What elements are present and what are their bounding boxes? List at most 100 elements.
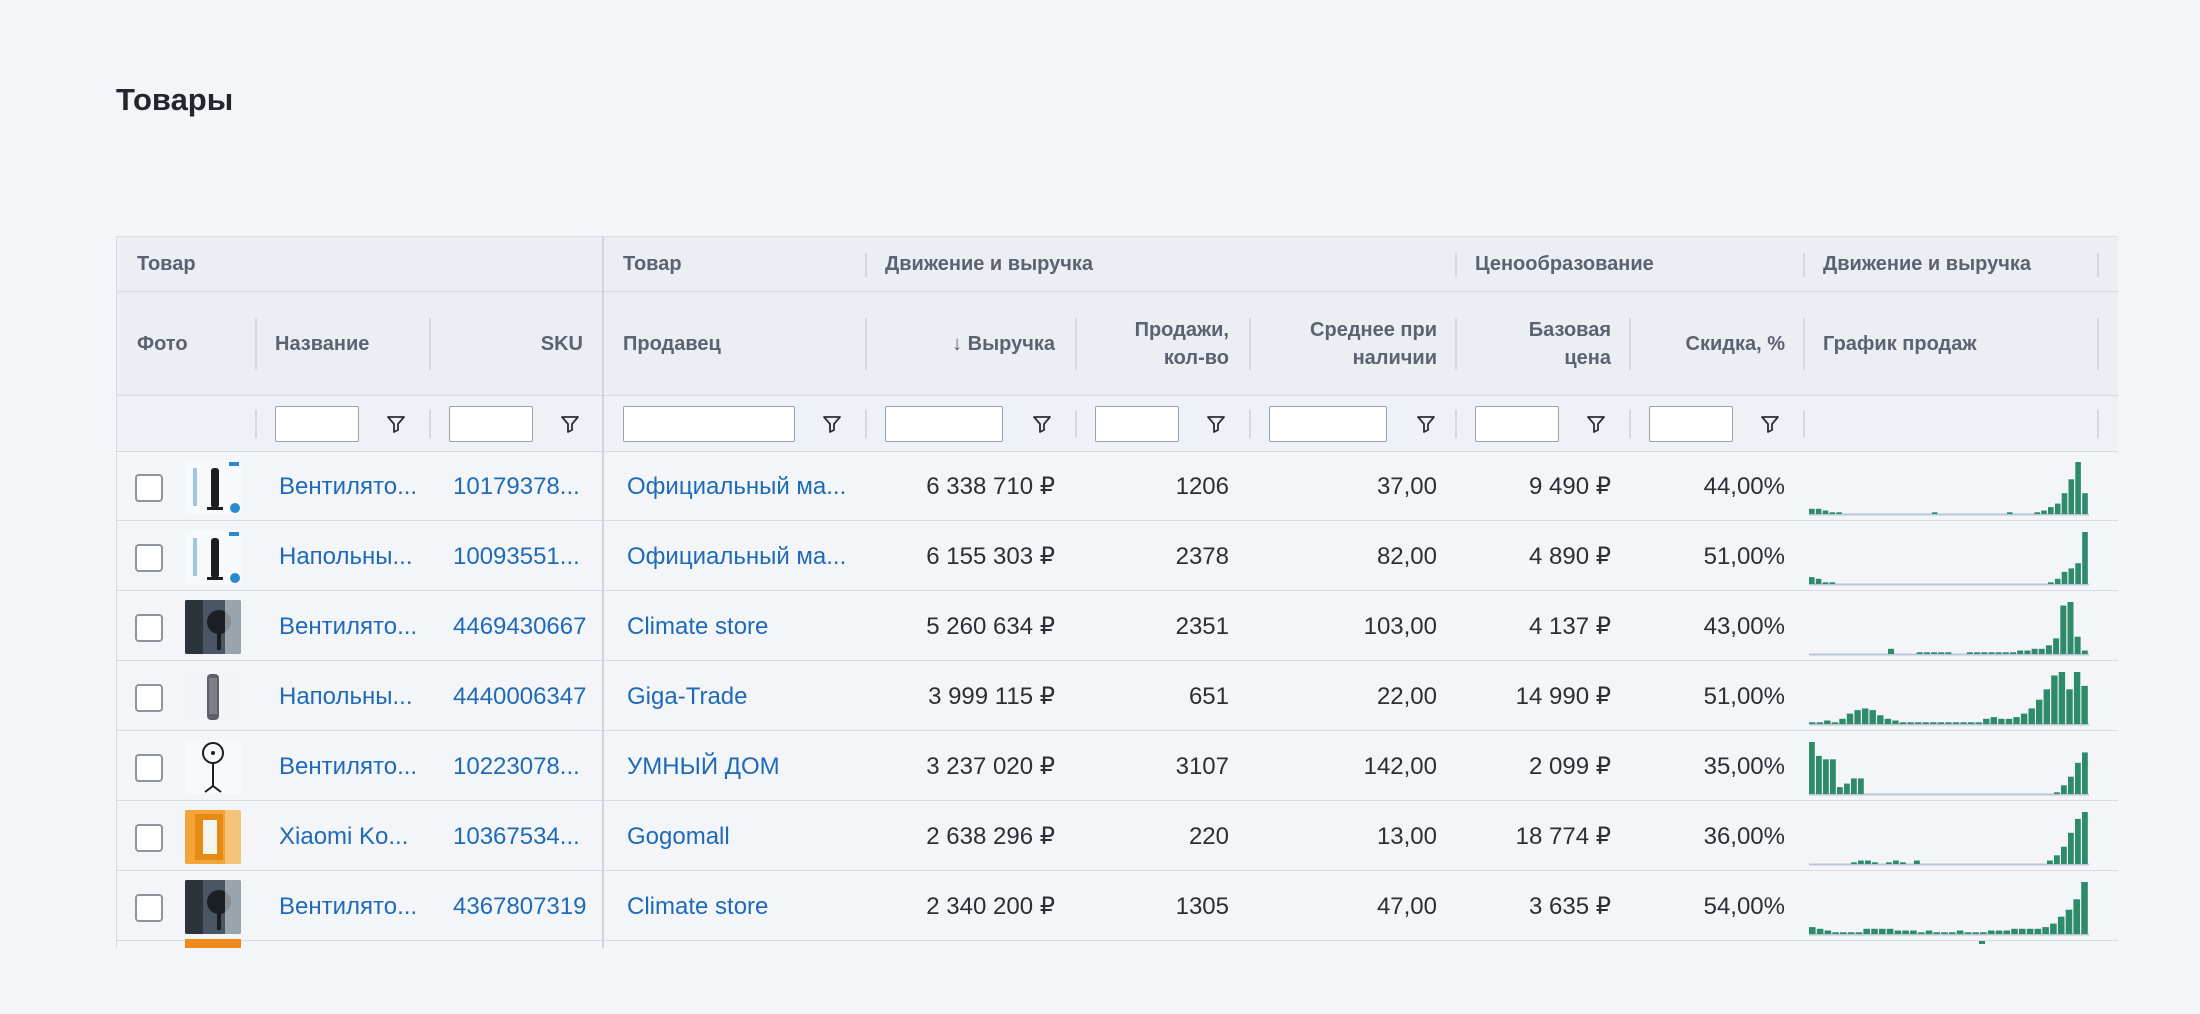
sales-bar bbox=[2075, 762, 2081, 794]
row-checkbox[interactable] bbox=[135, 474, 163, 502]
sku-link[interactable]: 10179378... bbox=[453, 452, 601, 521]
revenue-filter-icon[interactable] bbox=[1031, 413, 1053, 435]
column-header-avg-in-stock[interactable]: Среднее при наличии bbox=[1249, 292, 1457, 396]
group-header-movement: Движение и выручка bbox=[885, 253, 1093, 275]
group-header-product: Товар bbox=[137, 253, 196, 275]
sales-bar bbox=[1974, 652, 1981, 654]
table-row[interactable]: Напольны... 10093551... Официальный ма... 6… bbox=[117, 522, 2118, 591]
column-header-name[interactable]: Название bbox=[255, 292, 429, 396]
seller-link[interactable]: Gogomall bbox=[627, 802, 857, 871]
product-name-link[interactable]: Напольны... bbox=[279, 662, 425, 731]
sales-bar bbox=[1824, 720, 1831, 724]
discount-filter-input[interactable] bbox=[1649, 406, 1733, 442]
sales-bar bbox=[2017, 650, 2024, 654]
name-filter-input[interactable] bbox=[275, 406, 359, 442]
sales-bar bbox=[1933, 932, 1940, 934]
seller-link[interactable]: УМНЫЙ ДОМ bbox=[627, 732, 857, 801]
sales-qty-value: 220 bbox=[1188, 822, 1229, 850]
seller-link[interactable]: Официальный ма... bbox=[627, 452, 857, 521]
box-fan-icon[interactable] bbox=[185, 810, 241, 864]
filter-row bbox=[117, 396, 2118, 452]
sales-bar bbox=[1816, 755, 1822, 794]
revenue-value: 6 338 710 ₽ bbox=[926, 473, 1055, 500]
product-name-link[interactable]: Вентилято... bbox=[279, 872, 425, 941]
tower-fan-icon[interactable] bbox=[185, 530, 241, 584]
base-price-value: 2 099 ₽ bbox=[1529, 753, 1611, 780]
avg-filter-icon[interactable] bbox=[1415, 413, 1437, 435]
avg-filter-input[interactable] bbox=[1269, 406, 1387, 442]
sales-bar bbox=[1831, 722, 1839, 724]
sales-bar bbox=[1872, 862, 1878, 864]
base-price-filter-icon[interactable] bbox=[1585, 413, 1607, 435]
sales-bar bbox=[1960, 722, 1967, 724]
seller-link[interactable]: Giga-Trade bbox=[627, 662, 857, 731]
row-checkbox[interactable] bbox=[135, 614, 163, 642]
sku-link[interactable]: 4440006347 bbox=[453, 662, 601, 731]
sku-link[interactable]: 10223078... bbox=[453, 732, 601, 801]
column-fan-icon[interactable] bbox=[185, 670, 241, 724]
sales-bar bbox=[1967, 722, 1975, 724]
sales-bar bbox=[1837, 787, 1843, 794]
row-checkbox[interactable] bbox=[135, 754, 163, 782]
pedestal-fan-icon[interactable] bbox=[185, 740, 241, 794]
column-header-sku[interactable]: SKU bbox=[429, 292, 603, 396]
sales-bar bbox=[2082, 752, 2088, 794]
sales-bar bbox=[2005, 718, 2013, 724]
name-filter-icon[interactable] bbox=[385, 413, 407, 435]
column-header-photo[interactable]: Фото bbox=[117, 292, 255, 396]
sku-link[interactable]: 10093551... bbox=[453, 522, 601, 591]
sku-link[interactable]: 4367807319 bbox=[453, 872, 601, 941]
sales-bar bbox=[2074, 636, 2081, 654]
table-row[interactable]: Вентилято... 10223078... УМНЫЙ ДОМ 3 237 02… bbox=[117, 732, 2118, 801]
discount-filter-icon[interactable] bbox=[1759, 413, 1781, 435]
revenue-filter-input[interactable] bbox=[885, 406, 1003, 442]
row-checkbox[interactable] bbox=[135, 824, 163, 852]
table-row[interactable]: Вентилято... 4367807319 Climate store 2 340… bbox=[117, 872, 2118, 941]
column-header-revenue[interactable]: ↓ Выручка bbox=[865, 292, 1075, 396]
sales-bar bbox=[1840, 932, 1847, 934]
sku-link[interactable]: 4469430667 bbox=[453, 592, 601, 661]
table-row[interactable]: Вентилято... 4469430667 Climate store 5 260… bbox=[117, 592, 2118, 661]
table-row[interactable]: Xiaomi Ko... 10367534... Gogomall 2 638 296… bbox=[117, 802, 2118, 871]
row-checkbox[interactable] bbox=[135, 894, 163, 922]
sales-bar bbox=[1858, 778, 1864, 794]
seller-link[interactable]: Climate store bbox=[627, 592, 857, 661]
row-checkbox[interactable] bbox=[135, 544, 163, 572]
sku-filter-icon[interactable] bbox=[559, 413, 581, 435]
sales-qty-filter-input[interactable] bbox=[1095, 406, 1179, 442]
column-header-sales-chart[interactable]: График продаж bbox=[1803, 292, 2103, 396]
product-name-link[interactable]: Напольны... bbox=[279, 522, 425, 591]
table-row[interactable]: Напольны... 4440006347 Giga-Trade 3 999 115… bbox=[117, 662, 2118, 731]
tower-fan-icon[interactable] bbox=[185, 460, 241, 514]
product-name-link[interactable]: Xiaomi Ko... bbox=[279, 802, 425, 871]
row-checkbox[interactable] bbox=[135, 684, 163, 712]
column-header-discount[interactable]: Скидка, % bbox=[1629, 292, 1805, 396]
page-title: Товары bbox=[116, 82, 234, 117]
seller-filter-input[interactable] bbox=[623, 406, 795, 442]
sales-bar bbox=[2045, 645, 2052, 654]
seller-link[interactable]: Climate store bbox=[627, 872, 857, 941]
product-name-link[interactable]: Вентилято... bbox=[279, 732, 425, 801]
sales-qty-filter-icon[interactable] bbox=[1205, 413, 1227, 435]
sales-bar bbox=[2034, 928, 2042, 934]
sales-bar bbox=[1863, 928, 1870, 934]
column-header-base-price[interactable]: Базовая цена bbox=[1455, 292, 1631, 396]
fan-photo-icon[interactable] bbox=[185, 880, 241, 934]
sku-filter-input[interactable] bbox=[449, 406, 533, 442]
seller-link[interactable]: Официальный ма... bbox=[627, 522, 857, 591]
sales-bar bbox=[2054, 855, 2060, 864]
column-header-seller[interactable]: Продавец bbox=[603, 292, 865, 396]
column-header-sales-qty[interactable]: Продажи, кол-во bbox=[1075, 292, 1249, 396]
table-row[interactable]: Вентилято... 10179378... Официальный ма...… bbox=[117, 452, 2118, 521]
base-price-filter-input[interactable] bbox=[1475, 406, 1559, 442]
sales-bar bbox=[1830, 759, 1836, 794]
product-name-link[interactable]: Вентилято... bbox=[279, 452, 425, 521]
fan-photo-icon[interactable] bbox=[185, 600, 241, 654]
base-price-value: 14 990 ₽ bbox=[1515, 683, 1611, 710]
sales-bar bbox=[1809, 577, 1815, 584]
sku-link[interactable]: 10367534... bbox=[453, 802, 601, 871]
avg-in-stock-value: 13,00 bbox=[1376, 822, 1437, 850]
seller-filter-icon[interactable] bbox=[821, 413, 843, 435]
sales-bar bbox=[1922, 722, 1929, 724]
product-name-link[interactable]: Вентилято... bbox=[279, 592, 425, 661]
